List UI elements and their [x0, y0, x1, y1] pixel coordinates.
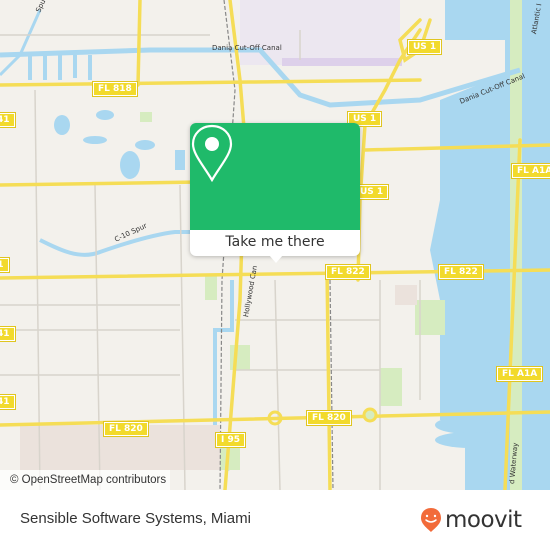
spur-canal	[0, 9, 42, 77]
water-north	[445, 0, 505, 40]
route-shield-fl820: FL 820	[306, 410, 352, 426]
park	[380, 368, 402, 406]
marina	[435, 432, 505, 448]
route-shield-441: 41	[0, 257, 10, 273]
map-pin-icon	[191, 124, 233, 183]
route-shield-fl822: FL 822	[325, 264, 371, 280]
route-shield-fl818: FL 818	[92, 81, 138, 97]
canal-label: Dania Cut-Off Canal	[212, 44, 282, 52]
park	[205, 275, 217, 300]
commercial-area	[395, 285, 417, 305]
place-name: Sensible Software Systems, Miami	[20, 510, 251, 527]
popup-header	[190, 123, 360, 230]
lake	[96, 110, 114, 120]
take-me-there-button[interactable]: Take me there	[190, 230, 360, 256]
park	[140, 112, 152, 122]
lake	[175, 150, 185, 170]
moovit-wordmark: moovit	[445, 507, 522, 533]
route-shield-441: 41	[0, 112, 16, 128]
route-shield-fl822: FL 822	[438, 264, 484, 280]
route-shield-fla1a: FL A1A	[495, 366, 544, 382]
map-view[interactable]: US 1 FL 818 US 1 US 1 FL A1A 41 41 41 41…	[0, 0, 550, 490]
lake	[54, 115, 70, 135]
lake	[120, 151, 140, 179]
moovit-pin-icon	[421, 508, 441, 532]
route-shield-i95: I 95	[214, 432, 247, 448]
lake	[135, 140, 155, 150]
lake	[83, 136, 107, 144]
marina	[435, 416, 505, 434]
footer: Sensible Software Systems, Miami moovit	[0, 490, 550, 550]
moovit-logo[interactable]: moovit	[420, 507, 522, 533]
popup-pointer	[269, 255, 283, 263]
route-shield-fla1a: FL A1A	[510, 163, 550, 179]
route-shield-441: 41	[0, 394, 16, 410]
finger-canals	[28, 55, 92, 80]
roundabout	[362, 407, 378, 423]
park	[230, 345, 250, 370]
route-shield-fl820: FL 820	[103, 421, 149, 437]
route-shield-us1: US 1	[406, 39, 443, 55]
route-shield-441: 41	[0, 326, 16, 342]
map-attribution[interactable]: © OpenStreetMap contributors	[0, 470, 171, 490]
location-popup: Take me there	[190, 123, 360, 263]
